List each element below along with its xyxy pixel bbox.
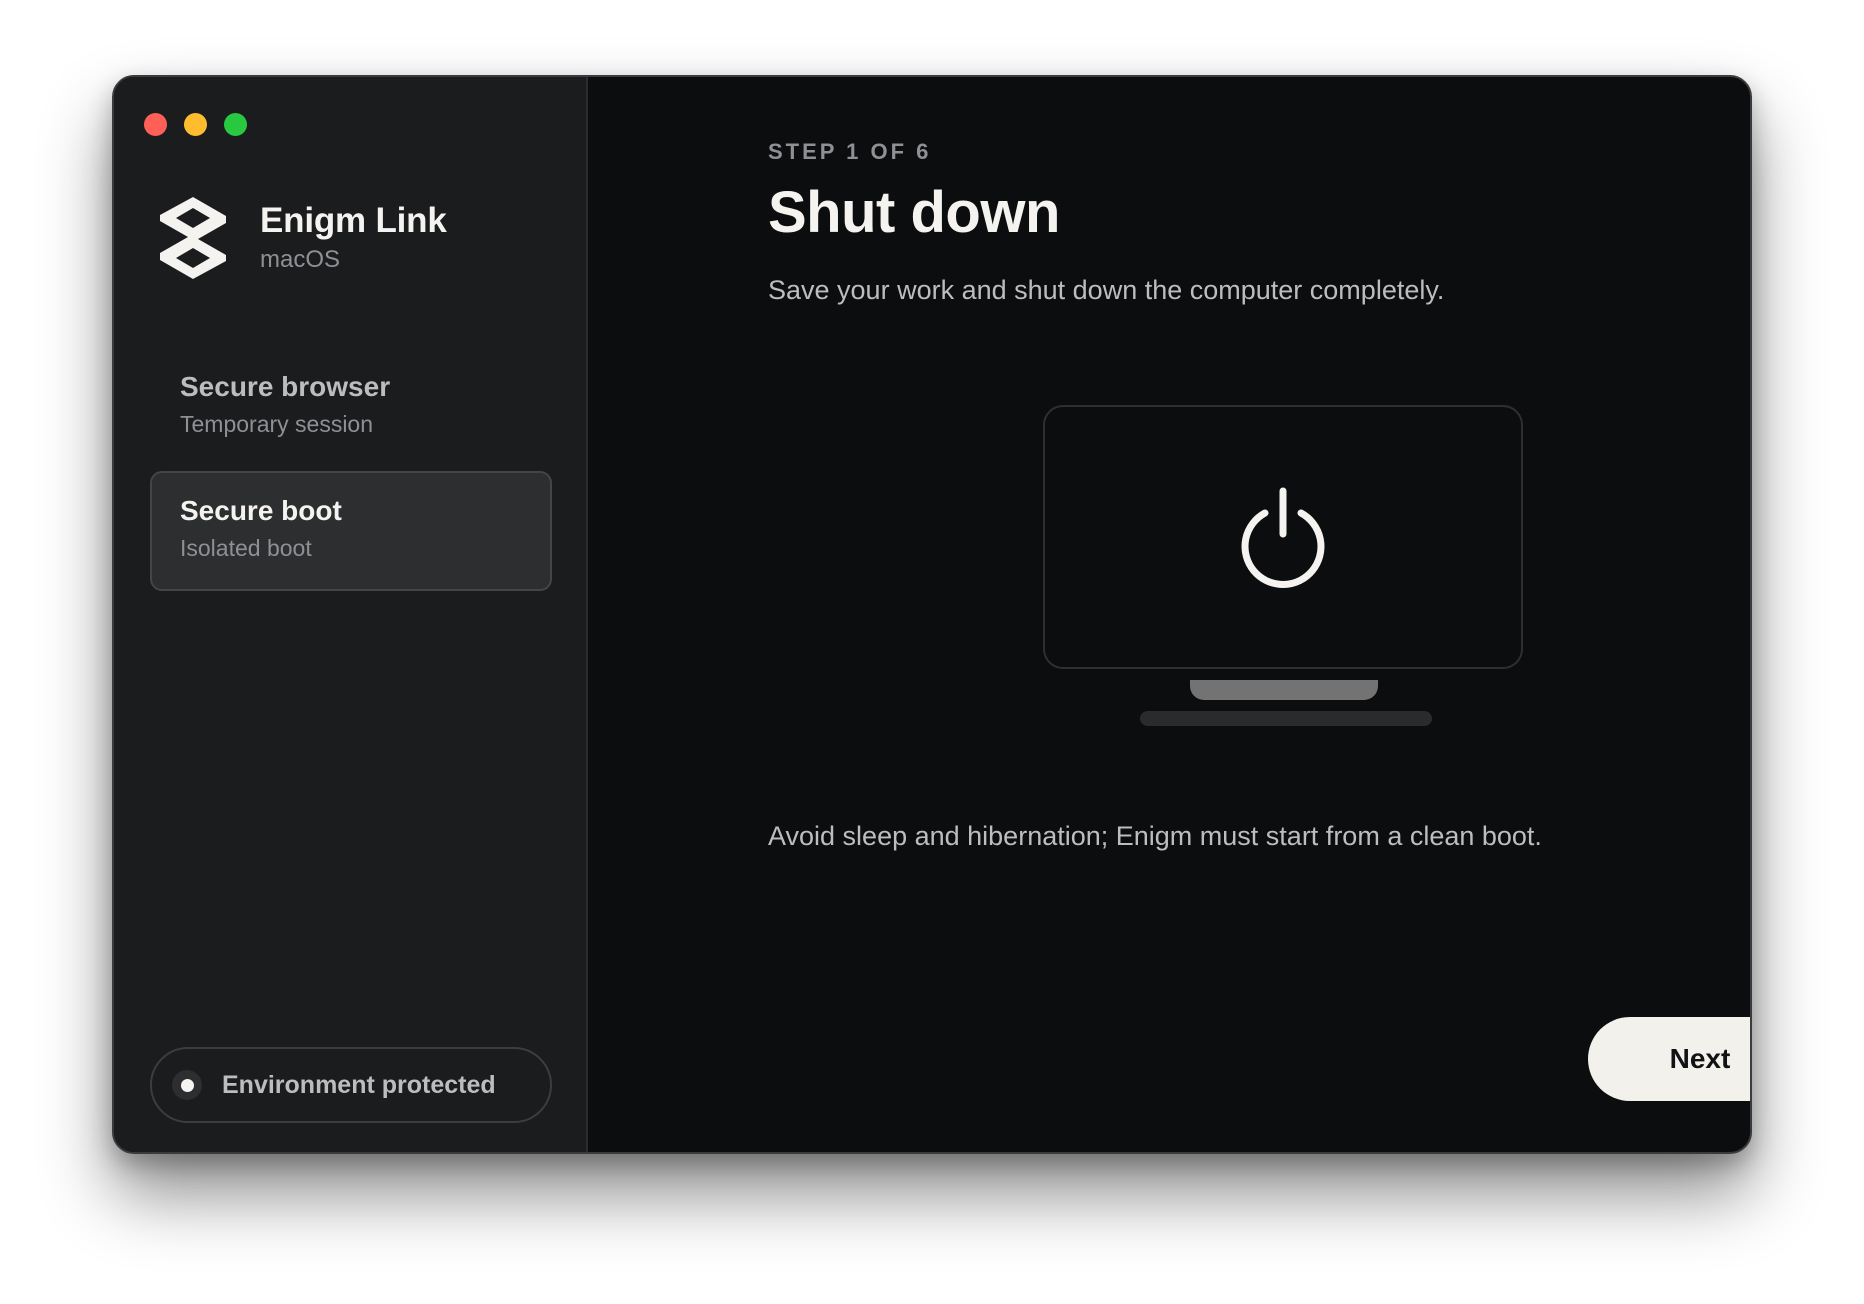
sidebar-item-secure-browser[interactable]: Secure browser Temporary session <box>150 347 552 467</box>
app-name: Enigm Link <box>260 201 447 240</box>
monitor-illustration <box>1043 405 1523 669</box>
sidebar: Enigm Link macOS Secure browser Temporar… <box>114 77 588 1152</box>
monitor-stand-neck <box>1190 680 1378 700</box>
close-window-button[interactable] <box>144 113 167 136</box>
sidebar-item-title: Secure boot <box>180 495 342 526</box>
next-button[interactable]: Next <box>1588 1017 1750 1101</box>
monitor-stand-base <box>1140 711 1432 726</box>
environment-status-badge: Environment protected <box>150 1047 552 1123</box>
page-title: Shut down <box>768 180 1060 245</box>
sidebar-item-subtitle: Temporary session <box>180 411 374 437</box>
status-dot-icon <box>172 1070 202 1100</box>
minimize-window-button[interactable] <box>184 113 207 136</box>
brand: Enigm Link macOS <box>154 195 447 281</box>
enigm-logo-icon <box>160 197 226 279</box>
environment-status-label: Environment protected <box>222 1070 496 1099</box>
sidebar-item-title: Secure browser <box>180 371 391 402</box>
sidebar-item-subtitle: Isolated boot <box>180 535 312 561</box>
window-controls <box>144 113 247 136</box>
step-indicator: STEP 1 OF 6 <box>768 139 932 164</box>
app-platform: macOS <box>260 246 341 273</box>
power-icon <box>1241 487 1325 588</box>
sidebar-item-secure-boot[interactable]: Secure boot Isolated boot <box>150 471 552 591</box>
maximize-window-button[interactable] <box>224 113 247 136</box>
instruction-note: Avoid sleep and hibernation; Enigm must … <box>768 821 1542 851</box>
main-content: STEP 1 OF 6 Shut down Save your work and… <box>588 77 1750 1152</box>
page-subtitle: Save your work and shut down the compute… <box>768 275 1445 305</box>
app-window: Enigm Link macOS Secure browser Temporar… <box>112 75 1752 1154</box>
